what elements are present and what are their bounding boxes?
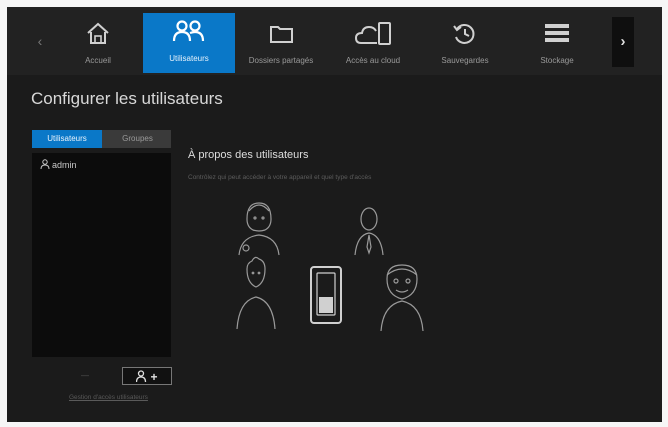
- cloud-device-icon: [327, 19, 419, 49]
- user-icon: [40, 159, 50, 170]
- nav-label: Utilisateurs: [169, 54, 209, 63]
- nav-prev-button[interactable]: ‹: [33, 31, 47, 51]
- home-icon: [52, 19, 144, 49]
- about-title: À propos des utilisateurs: [188, 149, 309, 161]
- add-user-label: +: [150, 370, 158, 384]
- nav-item-stockage[interactable]: Stockage: [511, 15, 603, 73]
- app-window: ‹ Accueil Utilisateurs Dossiers partagés…: [7, 7, 662, 422]
- nav-item-sauvegardes[interactable]: Sauvegardes: [419, 15, 511, 73]
- page-title: Configurer les utilisateurs: [31, 89, 223, 108]
- about-description: Contrôlez qui peut accéder à votre appar…: [188, 174, 372, 181]
- list-item-user[interactable]: admin: [40, 159, 77, 170]
- nav-next-button[interactable]: ›: [612, 17, 634, 67]
- remove-user-button[interactable]: —: [73, 369, 97, 383]
- man-cap-user-icon: [380, 264, 424, 332]
- top-navigation: ‹ Accueil Utilisateurs Dossiers partagés…: [7, 7, 662, 75]
- nav-item-acces-cloud[interactable]: Accès au cloud: [327, 15, 419, 73]
- man-user-icon: [354, 207, 384, 256]
- users-icon: [143, 17, 235, 47]
- nav-label: Stockage: [540, 56, 574, 65]
- nav-label: Sauvegardes: [441, 56, 489, 65]
- nas-device-icon: [310, 266, 342, 324]
- add-user-button[interactable]: +: [122, 367, 172, 385]
- folder-icon: [235, 19, 327, 49]
- tab-utilisateurs[interactable]: Utilisateurs: [32, 130, 102, 148]
- users-illustration: [219, 197, 439, 337]
- user-list: admin: [32, 153, 171, 357]
- panel-tabs: Utilisateurs Groupes: [32, 130, 171, 148]
- users-panel: Utilisateurs Groupes admin — + Gestion d…: [31, 129, 173, 414]
- history-icon: [419, 19, 511, 49]
- user-name: admin: [52, 160, 77, 170]
- person-user-icon: [236, 256, 276, 330]
- nav-label: Accès au cloud: [345, 56, 401, 65]
- nav-item-dossiers-partages[interactable]: Dossiers partagés: [235, 15, 327, 73]
- nav-item-accueil[interactable]: Accueil: [52, 15, 144, 73]
- manage-access-link[interactable]: Gestion d'accès utilisateurs: [69, 394, 148, 401]
- nav-label: Dossiers partagés: [248, 56, 314, 65]
- nav-label: Accueil: [85, 56, 111, 65]
- add-user-icon: [136, 370, 147, 383]
- woman-user-icon: [238, 202, 280, 256]
- storage-icon: [511, 19, 603, 49]
- tab-groupes[interactable]: Groupes: [104, 130, 171, 148]
- nav-item-utilisateurs[interactable]: Utilisateurs: [143, 13, 235, 73]
